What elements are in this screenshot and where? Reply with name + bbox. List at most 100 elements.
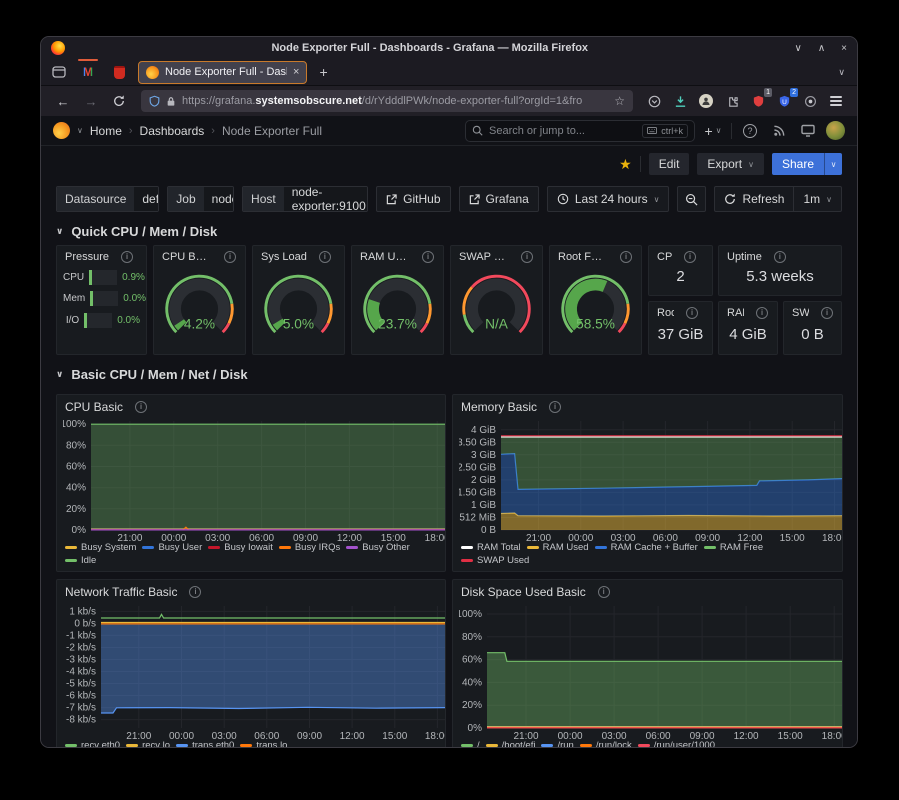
minimize-button[interactable]: ∨: [795, 43, 802, 54]
chevron-down-icon[interactable]: ∨: [77, 126, 83, 135]
lock-icon[interactable]: [166, 96, 176, 107]
legend-item[interactable]: Idle: [65, 555, 96, 566]
desktop-background: Node Exporter Full - Dashboards - Grafan…: [0, 0, 899, 800]
svg-text:21:00: 21:00: [513, 731, 538, 739]
back-button[interactable]: ←: [51, 90, 75, 112]
info-icon[interactable]: i: [549, 401, 561, 413]
close-button[interactable]: ×: [841, 43, 847, 54]
refresh-interval-dropdown[interactable]: 1m ∨: [794, 187, 841, 211]
grafana-link-button[interactable]: Grafana: [459, 186, 539, 212]
info-icon[interactable]: i: [821, 307, 833, 319]
variable-host[interactable]: Host node-exporter:9100∨: [242, 186, 368, 212]
reload-button[interactable]: [107, 90, 131, 112]
info-icon[interactable]: i: [121, 251, 133, 263]
legend-item[interactable]: RAM Total: [461, 542, 521, 553]
section-quick[interactable]: ∨ Quick CPU / Mem / Disk: [56, 224, 842, 239]
legend-item[interactable]: RAM Free: [704, 542, 763, 553]
breadcrumb-item[interactable]: Dashboards: [140, 124, 205, 138]
breadcrumb-item[interactable]: Home: [90, 124, 122, 138]
chart-legend: RAM Total RAM Used RAM Cache + Buffer RAM F…: [453, 541, 842, 571]
refresh-button[interactable]: Refresh: [715, 187, 793, 211]
info-icon[interactable]: i: [686, 307, 698, 319]
variable-datasource[interactable]: Datasource default∨: [56, 186, 159, 212]
edit-button[interactable]: Edit: [649, 153, 690, 175]
add-menu-button[interactable]: +∨: [702, 120, 724, 142]
legend-item[interactable]: /run: [541, 740, 573, 748]
chart-canvas[interactable]: 0%20%40%60%80%100%21:0000:0003:0006:0009…: [459, 601, 842, 739]
info-icon[interactable]: i: [774, 251, 786, 263]
info-icon[interactable]: i: [189, 586, 201, 598]
info-icon[interactable]: i: [319, 251, 331, 263]
legend-item[interactable]: recv lo: [126, 740, 170, 748]
chart-canvas[interactable]: 0%20%40%60%80%100%21:0000:0003:0006:0009…: [63, 416, 445, 541]
tab-close-icon[interactable]: ×: [293, 67, 299, 78]
menu-hamburger-icon[interactable]: [825, 90, 847, 112]
legend-item[interactable]: trans eth0: [176, 740, 234, 748]
forward-button[interactable]: →: [79, 90, 103, 112]
legend-item[interactable]: SWAP Used: [461, 555, 529, 566]
tab-overflow-icon[interactable]: ∨: [838, 67, 849, 78]
github-link-button[interactable]: GitHub: [376, 186, 450, 212]
legend-item[interactable]: Busy Iowait: [208, 542, 273, 553]
legend-item[interactable]: /run/user/1000: [638, 740, 715, 748]
downloads-icon[interactable]: [669, 90, 691, 112]
grafana-logo-icon[interactable]: [53, 122, 70, 139]
info-icon[interactable]: i: [224, 251, 236, 263]
breadcrumb-item[interactable]: Node Exporter Full: [222, 124, 322, 138]
legend-item[interactable]: /: [461, 740, 480, 748]
section-basic[interactable]: ∨ Basic CPU / Mem / Net / Disk: [56, 367, 842, 382]
legend-item[interactable]: Busy Other: [346, 542, 410, 553]
container-tab-indicator: [78, 59, 98, 61]
pinned-tab-second[interactable]: [107, 62, 131, 83]
legend-item[interactable]: Busy System: [65, 542, 136, 553]
help-icon[interactable]: ?: [739, 120, 761, 142]
pinned-tab-gmail[interactable]: M: [76, 62, 100, 83]
legend-item[interactable]: Busy IRQs: [279, 542, 340, 553]
info-icon[interactable]: i: [422, 251, 434, 263]
variable-job[interactable]: Job node∨: [167, 186, 234, 212]
user-avatar[interactable]: [826, 121, 845, 140]
share-dropdown-caret[interactable]: ∨: [824, 153, 842, 175]
account-icon[interactable]: [695, 90, 717, 112]
extensions-puzzle-icon[interactable]: [721, 90, 743, 112]
legend-swatch: [65, 744, 77, 747]
share-button[interactable]: Share ∨: [772, 153, 842, 175]
firefox-logo-icon[interactable]: [51, 41, 65, 55]
legend-item[interactable]: trans lo: [240, 740, 287, 748]
legend-item[interactable]: Busy User: [142, 542, 202, 553]
search-input[interactable]: Search or jump to... ctrl+k: [465, 120, 695, 142]
legend-item[interactable]: /run/lock: [580, 740, 632, 748]
active-tab[interactable]: Node Exporter Full - Dashbo ×: [138, 61, 307, 84]
chart-canvas[interactable]: 0 B512 MiB1 GiB1.50 GiB2 GiB2.50 GiB3 Gi…: [459, 416, 842, 541]
legend-item[interactable]: /boot/efi: [486, 740, 536, 748]
tracking-protection-shield-icon[interactable]: [149, 95, 160, 107]
time-range-picker[interactable]: Last 24 hours ∨: [547, 186, 670, 212]
pocket-icon[interactable]: [643, 90, 665, 112]
favorite-star-icon[interactable]: ★: [619, 157, 632, 171]
containers-icon[interactable]: [799, 90, 821, 112]
panel-header: CPU Coresi: [649, 246, 712, 263]
firefox-view-icon[interactable]: [49, 62, 69, 82]
zoom-out-button[interactable]: [677, 186, 706, 212]
info-icon[interactable]: i: [521, 251, 533, 263]
bookmark-star-icon[interactable]: ☆: [614, 94, 625, 108]
legend-item[interactable]: RAM Cache + Buffer: [595, 542, 698, 553]
maximize-button[interactable]: ∧: [818, 43, 825, 54]
info-icon[interactable]: i: [135, 401, 147, 413]
legend-item[interactable]: RAM Used: [527, 542, 589, 553]
export-button[interactable]: Export∨: [697, 153, 764, 175]
kiosk-monitor-icon[interactable]: [797, 120, 819, 142]
legend-swatch: [486, 744, 498, 747]
info-icon[interactable]: i: [756, 307, 768, 319]
legend-item[interactable]: recv eth0: [65, 740, 120, 748]
news-rss-icon[interactable]: [768, 120, 790, 142]
svg-text:2 GiB: 2 GiB: [471, 475, 496, 486]
url-bar[interactable]: https://grafana.systemsobscure.net/d/rYd…: [141, 90, 633, 112]
chart-canvas[interactable]: 1 kb/s0 b/s-1 kb/s-2 kb/s-3 kb/s-4 kb/s-…: [63, 601, 445, 739]
extension-blue-icon[interactable]: U 2: [773, 90, 795, 112]
info-icon[interactable]: i: [684, 251, 696, 263]
info-icon[interactable]: i: [620, 251, 632, 263]
new-tab-button[interactable]: +: [314, 64, 332, 80]
extension-red-icon[interactable]: 1: [747, 90, 769, 112]
info-icon[interactable]: i: [598, 586, 610, 598]
